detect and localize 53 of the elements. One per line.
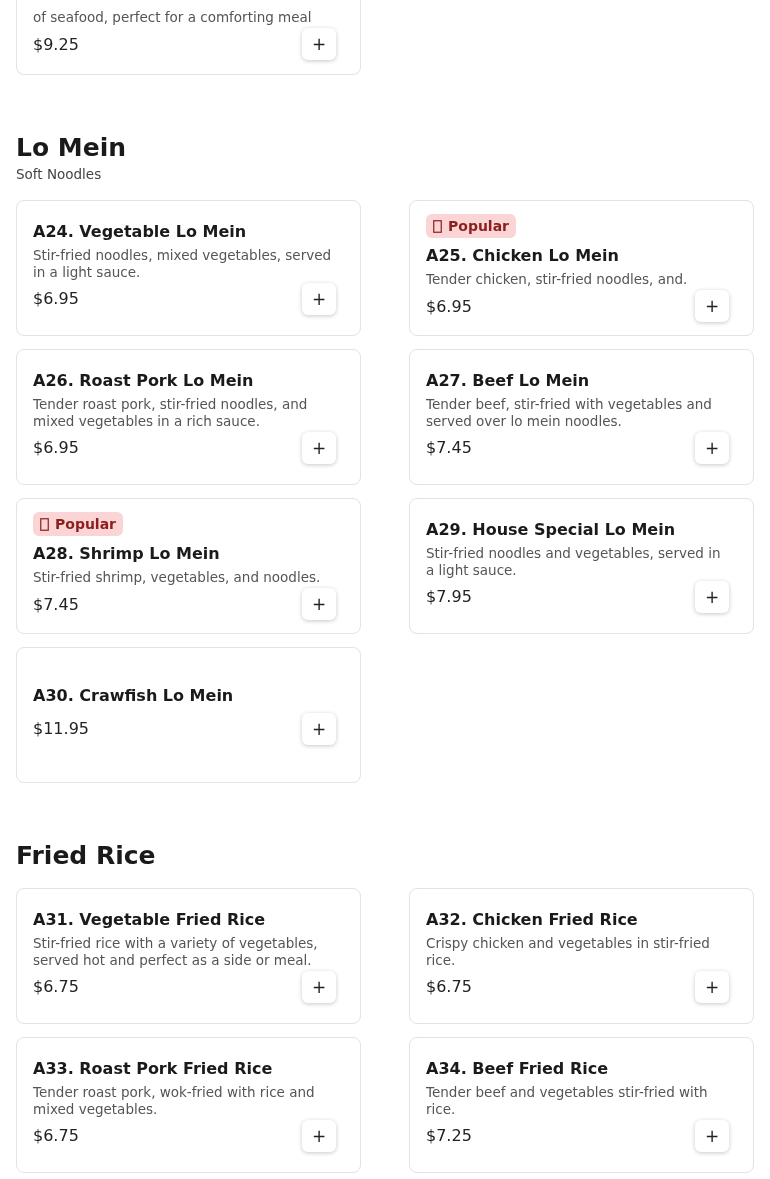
add-button[interactable]: +: [302, 712, 336, 745]
item-title: A26. Roast Pork Lo Mein: [33, 370, 255, 390]
item-price: $7.95: [426, 587, 472, 606]
item-title: A24. Vegetable Lo Mein: [33, 221, 248, 241]
item-description: Tender beef, stir-fried with vegetables and served over lo mein noodles.: [426, 395, 713, 430]
missing-glyph-icon: [40, 517, 49, 531]
section-title: Fried Rice: [16, 841, 157, 870]
add-button[interactable]: +: [695, 431, 729, 464]
item-title: A25. Chicken Lo Mein: [426, 246, 620, 265]
item-price: $6.95: [426, 296, 472, 316]
badge-label: Popular: [448, 218, 510, 234]
item-price: $7.25: [426, 1126, 472, 1145]
add-button[interactable]: +: [302, 1119, 336, 1152]
add-button[interactable]: +: [302, 282, 336, 315]
item-description: of seafood, perfect for a comforting meal: [33, 9, 313, 26]
item-description: Tender chicken, stir-fried noodles, and.: [426, 271, 689, 288]
item-title: A27. Beef Lo Mein: [426, 370, 591, 390]
item-title: A28. Shrimp Lo Mein: [33, 544, 221, 563]
item-price: $6.75: [426, 977, 472, 996]
item-description: Crispy chicken and vegetables in stir-fried rice.: [426, 934, 711, 969]
item-title: A30. Crawfish Lo Mein: [33, 685, 235, 705]
add-button[interactable]: +: [695, 1119, 729, 1152]
item-title: A31. Vegetable Fried Rice: [33, 909, 267, 929]
item-price: $7.45: [426, 438, 472, 457]
item-price: $6.75: [33, 1126, 79, 1145]
item-price: $11.95: [33, 719, 89, 738]
badge-label: Popular: [55, 516, 117, 532]
item-description: Stir-fried noodles, mixed vegetables, served in a light sauce.: [33, 246, 333, 281]
add-button[interactable]: +: [695, 580, 729, 613]
item-title: A32. Chicken Fried Rice: [426, 909, 639, 929]
item-title: A34. Beef Fried Rice: [426, 1058, 610, 1078]
item-title: A33. Roast Pork Fried Rice: [33, 1058, 274, 1078]
add-button[interactable]: +: [695, 290, 729, 322]
item-price: $9.25: [33, 34, 79, 54]
item-description: Tender beef and vegetables stir-fried with rice.: [426, 1083, 709, 1118]
section-title: Lo Mein: [16, 133, 127, 162]
add-button[interactable]: +: [695, 970, 729, 1003]
item-description: Stir-fried rice with a variety of vegetables, served hot and perfect as a side or meal.: [33, 934, 319, 969]
missing-glyph-icon: [433, 219, 442, 233]
add-button[interactable]: +: [302, 431, 336, 464]
section-subtitle: Soft Noodles: [16, 166, 103, 182]
item-title: A29. House Special Lo Mein: [426, 519, 677, 539]
item-price: $6.95: [33, 289, 79, 308]
add-button[interactable]: +: [302, 28, 336, 60]
item-price: $7.45: [33, 594, 79, 614]
item-description: Tender roast pork, stir-fried noodles, and mixed vegetables in a rich sauce.: [33, 395, 309, 430]
add-button[interactable]: +: [302, 970, 336, 1003]
item-price: $6.75: [33, 977, 79, 996]
item-description: Stir-fried shrimp, vegetables, and noodles.: [33, 569, 322, 586]
item-description: Tender roast pork, wok-fried with rice and mixed vegetables.: [33, 1083, 316, 1118]
add-button[interactable]: +: [302, 588, 336, 620]
item-price: $6.95: [33, 438, 79, 457]
item-description: Stir-fried noodles and vegetables, served in a light sauce.: [426, 544, 722, 579]
